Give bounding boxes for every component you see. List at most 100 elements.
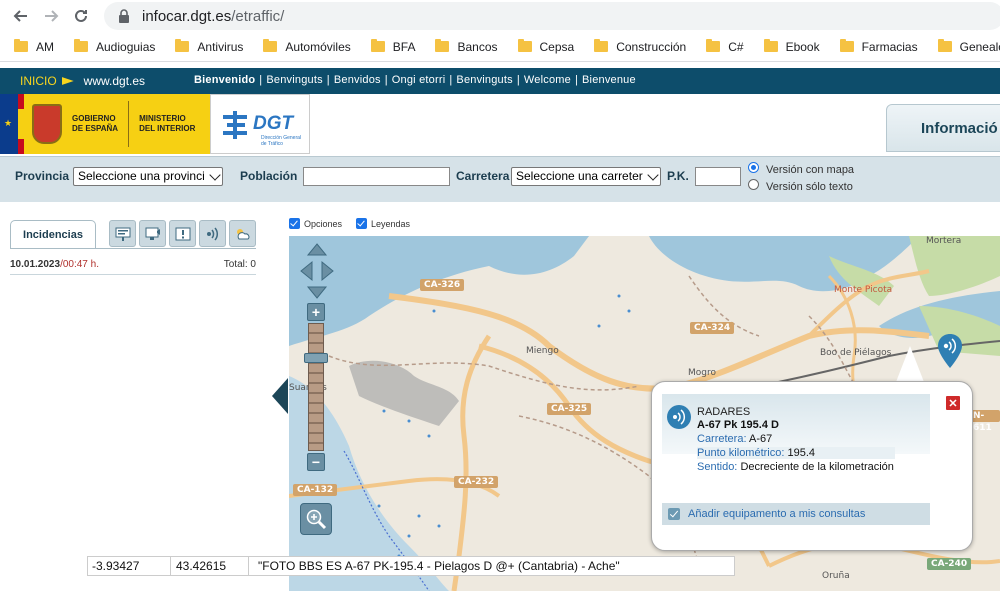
bookmark-folder[interactable]: Bancos [435, 39, 498, 54]
zoom-slider[interactable] [308, 323, 324, 451]
version-mapa-radio[interactable] [748, 162, 759, 173]
magnify-zoom-button[interactable] [300, 503, 332, 535]
zoom-slider-handle[interactable] [304, 353, 328, 363]
radar-icon [667, 405, 691, 429]
bookmark-label: Automóviles [285, 39, 351, 54]
road-label: N-611 [969, 410, 1000, 433]
informacion-tab[interactable]: Informació [886, 104, 1000, 152]
gobierno-text: GOBIERNO DE ESPAÑA [72, 114, 119, 133]
lang-link[interactable]: Benvinguts [456, 74, 512, 86]
checkbox-checked-icon [289, 218, 300, 229]
bookmark-folder[interactable]: Farmacias [839, 39, 918, 54]
alert-icon[interactable] [169, 220, 196, 247]
dgt-site-link[interactable]: www.dgt.es [84, 74, 145, 88]
dgt-top-bar: INICIO www.dgt.es Bienvenido | Benvinguts |… [0, 68, 1000, 94]
place-label: Miengo [526, 346, 559, 356]
bookmark-label: Construcción [616, 39, 687, 54]
bookmark-label: Bancos [457, 39, 498, 54]
bookmark-folder[interactable]: BFA [370, 39, 416, 54]
zoom-out-button[interactable]: − [307, 453, 325, 471]
bookmark-folder[interactable]: Audioguias [74, 39, 156, 54]
radar-marker-icon[interactable] [938, 334, 962, 368]
ministerio-text: MINISTERIO DEL INTERIOR [139, 114, 196, 133]
location-description: "FOTO BBS ES A-67 PK-195.4 - Pielagos D … [258, 559, 620, 573]
reload-icon[interactable] [66, 1, 96, 31]
carretera-select-value: Seleccione una carreter [516, 169, 643, 183]
bookmarks-bar: AM Audioguias Antivirus Automóviles BFA … [0, 32, 1000, 62]
lang-link[interactable]: Welcome [524, 74, 571, 86]
dgt-wordmark: DGT [253, 113, 294, 134]
folder-icon [594, 39, 609, 52]
bookmark-label: Antivirus [197, 39, 244, 54]
leyendas-checkbox[interactable]: Leyendas [356, 218, 410, 229]
bookmark-label: Audioguias [96, 39, 156, 54]
tab-incidencias[interactable]: Incidencias [10, 220, 96, 249]
road-label: CA-326 [420, 279, 465, 291]
version-mapa-label: Versión con mapa [766, 164, 855, 176]
popup-row-pk: Punto kilométrico: 195.4 [697, 447, 896, 459]
forward-icon[interactable] [36, 1, 66, 31]
bookmark-folder[interactable]: Construcción [594, 39, 687, 54]
eu-flag-icon [0, 94, 18, 154]
add-to-queries-button[interactable]: Añadir equipamento a mis consultas [662, 503, 930, 525]
back-icon[interactable] [6, 1, 36, 31]
folder-icon [839, 39, 854, 52]
longitude-value: -3.93427 [92, 559, 140, 573]
incidencias-total: Total: 0 [223, 259, 256, 270]
leyendas-label: Leyendas [371, 218, 411, 229]
pk-label: P.K. [667, 169, 689, 183]
url-path: /etraffic/ [231, 7, 285, 25]
dgt-logo[interactable]: DGT Dirección General de Tráfico [210, 94, 310, 154]
inicio-link[interactable]: INICIO [0, 74, 74, 88]
close-icon[interactable]: ✕ [946, 396, 960, 410]
opciones-checkbox[interactable]: Opciones [289, 218, 342, 229]
bookmark-label: BFA [392, 39, 416, 54]
spain-flag-icon [18, 94, 24, 154]
pan-control-icon[interactable] [300, 243, 334, 299]
lang-link[interactable]: Benvinguts [266, 74, 322, 86]
dgt-subtitle: Dirección General de Tráfico [261, 135, 302, 147]
bookmark-folder[interactable]: Cepsa [517, 39, 574, 54]
add-to-queries-label: Añadir equipamento a mis consultas [688, 508, 866, 520]
popup-title: A-67 Pk 195.4 D [697, 419, 779, 431]
folder-icon [175, 39, 190, 52]
coordinate-strip: -3.93427 43.42615 "FOTO BBS ES A-67 PK-1… [87, 556, 735, 576]
bookmark-folder[interactable]: AM [14, 39, 54, 54]
folder-icon [435, 39, 450, 52]
zoom-in-button[interactable]: + [307, 303, 325, 321]
bookmark-folder[interactable]: C# [706, 39, 744, 54]
pk-input[interactable] [695, 167, 741, 186]
checkbox-checked-icon [356, 218, 367, 229]
radar-icon[interactable] [199, 220, 226, 247]
provincia-select[interactable]: Seleccione una provinci [73, 167, 223, 186]
carretera-select[interactable]: Seleccione una carreter [511, 167, 661, 186]
info-panel-icon[interactable] [109, 220, 136, 247]
folder-icon [517, 39, 532, 52]
bookmark-folder[interactable]: Genealogía [937, 39, 1000, 54]
bookmark-folder[interactable]: Antivirus [175, 39, 244, 54]
lang-link[interactable]: Bienvenue [582, 74, 636, 86]
inicio-label: INICIO [20, 74, 57, 88]
bookmark-label: Farmacias [861, 39, 918, 54]
popup-tail [896, 346, 924, 382]
version-texto-label: Versión sólo texto [766, 181, 853, 193]
poblacion-input[interactable] [303, 167, 450, 186]
address-bar[interactable]: infocar.dgt.es/etraffic/ [104, 2, 1000, 30]
monitor-icon[interactable] [139, 220, 166, 247]
incidencias-date: 10.01.2023 [10, 259, 61, 270]
bookmark-label: Genealogía [959, 39, 1000, 54]
collapse-panel-arrow-icon[interactable] [272, 378, 288, 414]
bookmark-folder[interactable]: Ebook [763, 39, 820, 54]
gobierno-logo[interactable]: GOBIERNODE ESPAÑA MINISTERIODEL INTERIOR [0, 94, 210, 154]
place-label: Mortera [926, 236, 962, 246]
version-texto-radio[interactable] [748, 179, 759, 190]
bookmark-folder[interactable]: Automóviles [263, 39, 351, 54]
weather-icon[interactable] [229, 220, 256, 247]
folder-icon [763, 39, 778, 52]
lang-link[interactable]: Ongi etorri [392, 74, 446, 86]
lang-link[interactable]: Benvidos [334, 74, 381, 86]
place-label: Oruña [822, 571, 850, 581]
lang-link[interactable]: Bienvenido [194, 74, 255, 86]
folder-icon [937, 39, 952, 52]
place-label: Mogro [688, 368, 716, 378]
